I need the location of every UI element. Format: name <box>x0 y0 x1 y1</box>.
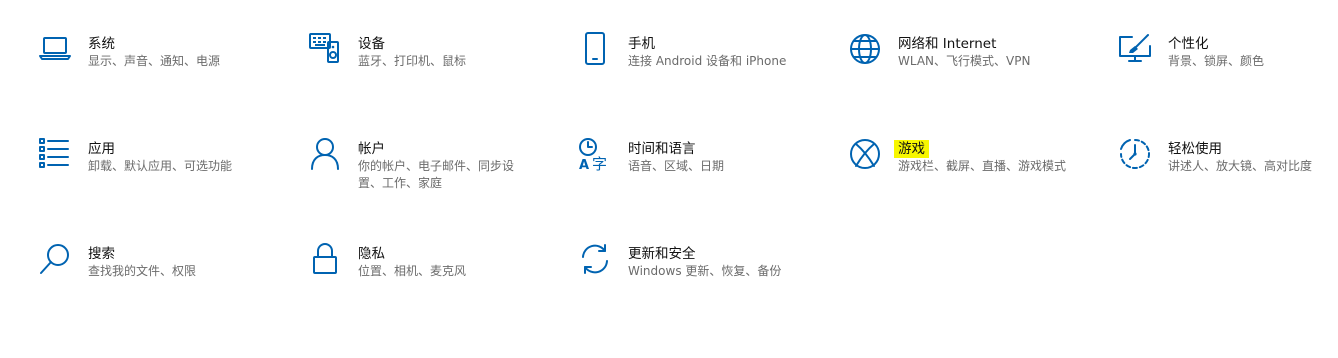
tile-description: 你的帐户、电子邮件、同步设置、工作、家庭 <box>358 159 515 190</box>
tile-title: 隐私 <box>358 246 385 262</box>
tile-description: 讲述人、放大镜、高对比度 <box>1168 159 1313 173</box>
tile-privacy[interactable]: 隐私 位置、相机、麦克风 <box>308 242 568 322</box>
ease-of-access-icon <box>1118 137 1152 171</box>
tile-network[interactable]: 网络和 Internet WLAN、飞行模式、VPN <box>848 32 1108 112</box>
keyboard-speaker-icon <box>308 32 342 66</box>
tile-gaming[interactable]: 游戏 游戏栏、截屏、直播、游戏模式 <box>848 137 1108 217</box>
tile-devices[interactable]: 设备 蓝牙、打印机、鼠标 <box>308 32 568 112</box>
tile-title: 网络和 Internet <box>898 36 997 52</box>
tile-description: 显示、声音、通知、电源 <box>88 54 221 68</box>
tile-title: 轻松使用 <box>1168 141 1222 157</box>
tile-system[interactable]: 系统 显示、声音、通知、电源 <box>38 32 298 112</box>
globe-icon <box>848 32 882 66</box>
sync-icon <box>578 242 612 276</box>
tile-time-language[interactable]: A 字 时间和语言 语音、区域、日期 <box>578 137 838 217</box>
tile-search[interactable]: 搜索 查找我的文件、权限 <box>38 242 298 322</box>
laptop-icon <box>38 32 72 66</box>
tile-title: 手机 <box>628 36 655 52</box>
tile-title: 帐户 <box>358 141 385 157</box>
search-icon <box>38 242 72 276</box>
tile-ease-of-access[interactable]: 轻松使用 讲述人、放大镜、高对比度 <box>1118 137 1338 217</box>
tile-title: 搜索 <box>88 246 115 262</box>
tile-title: 个性化 <box>1168 36 1209 52</box>
tile-title: 游戏 <box>894 140 929 158</box>
tile-description: 背景、锁屏、颜色 <box>1168 54 1265 68</box>
tile-accounts[interactable]: 帐户 你的帐户、电子邮件、同步设置、工作、家庭 <box>308 137 568 217</box>
phone-icon <box>578 32 612 66</box>
tile-description: 位置、相机、麦克风 <box>358 264 467 278</box>
apps-list-icon <box>38 137 72 171</box>
tile-description: 连接 Android 设备和 iPhone <box>628 54 787 68</box>
tile-description: Windows 更新、恢复、备份 <box>628 264 782 278</box>
tile-title: 系统 <box>88 36 115 52</box>
tile-personalization[interactable]: 个性化 背景、锁屏、颜色 <box>1118 32 1338 112</box>
clock-language-icon: A 字 <box>578 137 612 171</box>
tile-description: 查找我的文件、权限 <box>88 264 197 278</box>
tile-phone[interactable]: 手机 连接 Android 设备和 iPhone <box>578 32 838 112</box>
tile-description: 卸载、默认应用、可选功能 <box>88 159 233 173</box>
tile-description: 游戏栏、截屏、直播、游戏模式 <box>898 159 1067 173</box>
tile-description: 语音、区域、日期 <box>628 159 725 173</box>
tile-description: 蓝牙、打印机、鼠标 <box>358 54 467 68</box>
tile-update-security[interactable]: 更新和安全 Windows 更新、恢复、备份 <box>578 242 838 322</box>
lock-icon <box>308 242 342 276</box>
svg-text:A: A <box>579 158 589 171</box>
tile-title: 更新和安全 <box>628 246 696 262</box>
tile-title: 设备 <box>358 36 385 52</box>
tile-description: WLAN、飞行模式、VPN <box>898 54 1031 68</box>
tile-apps[interactable]: 应用 卸载、默认应用、可选功能 <box>38 137 298 217</box>
person-icon <box>308 137 342 171</box>
paintbrush-monitor-icon <box>1118 32 1152 66</box>
svg-text:字: 字 <box>592 155 607 171</box>
tile-title: 应用 <box>88 141 115 157</box>
xbox-icon <box>848 137 882 171</box>
tile-title: 时间和语言 <box>628 141 696 157</box>
